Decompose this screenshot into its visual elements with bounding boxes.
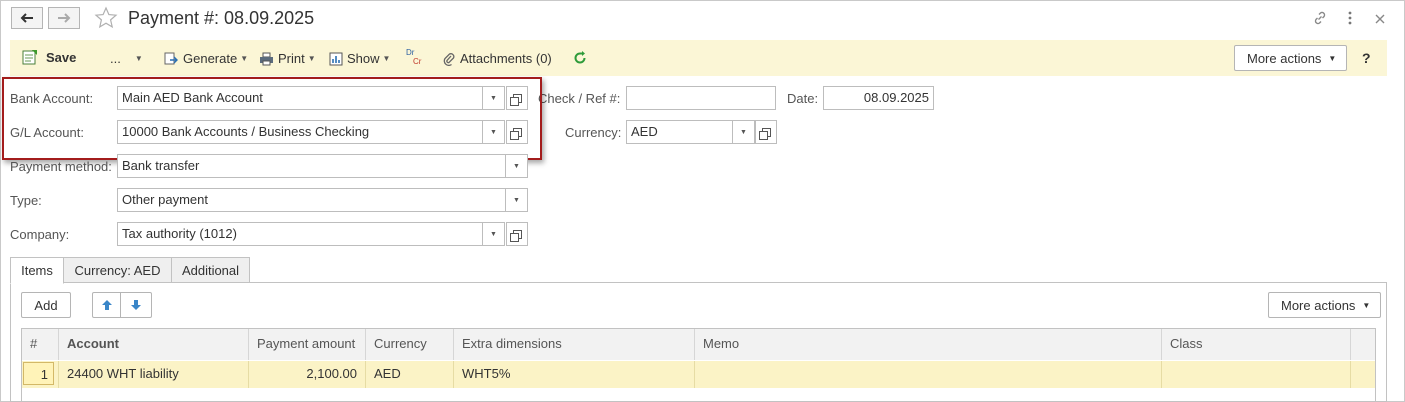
dr-cr-button[interactable]: Dr Cr	[406, 48, 426, 70]
generate-button[interactable]: Generate ▼	[164, 51, 248, 66]
refresh-icon[interactable]	[573, 51, 587, 68]
currency-open-button[interactable]	[755, 120, 777, 144]
date-field[interactable]: 08.09.2025	[823, 86, 934, 110]
dr-label: Dr	[406, 48, 415, 57]
page-title: Payment #: 08.09.2025	[128, 8, 315, 28]
caret-down-icon: ▼	[513, 162, 520, 170]
show-button[interactable]: Show ▼	[329, 51, 390, 66]
save-label: Save	[46, 49, 77, 65]
attachments-button[interactable]: Attachments (0)	[443, 51, 552, 66]
add-row-button[interactable]: Add	[21, 292, 71, 318]
currency-dropdown[interactable]: ▼	[733, 120, 755, 144]
row-currency-cell[interactable]: AED	[366, 361, 454, 388]
print-button[interactable]: Print ▼	[259, 51, 316, 66]
row-filler-cell	[1351, 361, 1375, 388]
row-class-cell[interactable]	[1162, 361, 1351, 388]
forward-button[interactable]	[48, 7, 80, 29]
cr-label: Cr	[413, 57, 422, 66]
print-label: Print	[278, 51, 305, 66]
open-form-icon	[509, 229, 522, 242]
more-actions-button[interactable]: More actions ▼	[1234, 45, 1348, 71]
items-more-actions-label: More actions	[1281, 297, 1356, 313]
tab-items[interactable]: Items	[10, 257, 64, 284]
row-num-value: 1	[23, 362, 54, 385]
move-up-button[interactable]	[92, 292, 121, 318]
column-header-class[interactable]: Class	[1162, 329, 1351, 360]
date-label: Date:	[787, 91, 819, 106]
caret-down-icon: ▼	[513, 196, 520, 204]
row-memo-cell[interactable]	[695, 361, 1162, 388]
payment-method-dropdown[interactable]: ▼	[506, 154, 528, 178]
caret-down-icon: ▼	[490, 230, 497, 238]
open-form-icon	[758, 127, 771, 140]
column-header-payment-amount[interactable]: Payment amount	[249, 329, 366, 360]
items-more-actions-button[interactable]: More actions ▼	[1268, 292, 1382, 318]
column-header-filler	[1351, 329, 1375, 360]
payment-method-field[interactable]: Bank transfer	[117, 154, 506, 178]
help-button[interactable]: ?	[1362, 50, 1371, 66]
arrow-left-icon	[20, 13, 33, 23]
paperclip-icon	[443, 52, 455, 66]
company-field[interactable]: Tax authority (1012)	[117, 222, 483, 246]
caret-down-icon: ▼	[240, 54, 249, 63]
company-open-button[interactable]	[506, 222, 528, 246]
arrow-down-icon	[131, 300, 141, 310]
check-ref-label: Check / Ref #:	[538, 91, 621, 106]
arrow-right-icon	[58, 13, 71, 23]
column-header-num[interactable]: #	[22, 329, 59, 360]
tab-additional[interactable]: Additional	[171, 257, 250, 283]
printer-icon	[260, 52, 273, 65]
tab-currency[interactable]: Currency: AED	[63, 257, 172, 283]
row-num-cell[interactable]: 1	[22, 361, 59, 388]
save-icon	[22, 50, 37, 65]
column-header-account[interactable]: Account	[59, 329, 249, 360]
save-button[interactable]: Save	[22, 49, 76, 65]
link-icon[interactable]	[1312, 10, 1328, 29]
caret-down-icon: ▼	[134, 54, 143, 63]
type-label: Type:	[10, 193, 42, 208]
command-bar: Save ... ▼ Generate ▼ Print ▼ Show ▼ Dr Cr A…	[10, 40, 1387, 76]
arrow-up-icon	[101, 300, 112, 310]
highlight-box	[2, 77, 542, 160]
company-label: Company:	[10, 227, 70, 242]
generate-icon	[164, 52, 178, 64]
column-header-extra-dimensions[interactable]: Extra dimensions	[454, 329, 695, 360]
check-ref-field[interactable]	[626, 86, 776, 110]
type-dropdown[interactable]: ▼	[506, 188, 528, 212]
currency-field[interactable]: AED	[626, 120, 733, 144]
column-header-currency[interactable]: Currency	[366, 329, 454, 360]
more-actions-label: More actions	[1247, 50, 1322, 66]
attachments-label: Attachments (0)	[460, 51, 552, 66]
caret-down-icon: ▼	[740, 128, 747, 136]
caret-down-icon: ▼	[307, 54, 316, 63]
dots-label: ...	[110, 51, 121, 66]
close-icon[interactable]	[1375, 12, 1385, 27]
favorite-star-icon[interactable]	[94, 6, 118, 33]
more-menu-button[interactable]: ... ▼	[110, 51, 143, 66]
payment-method-label: Payment method:	[10, 159, 112, 174]
company-dropdown[interactable]: ▼	[483, 222, 505, 246]
column-header-memo[interactable]: Memo	[695, 329, 1162, 360]
row-extra-dimensions-cell[interactable]: WHT5%	[454, 361, 695, 388]
caret-down-icon: ▼	[382, 54, 391, 63]
items-table: # Account Payment amount Currency Extra …	[21, 328, 1376, 402]
type-field[interactable]: Other payment	[117, 188, 506, 212]
caret-down-icon: ▼	[1362, 300, 1371, 310]
menu-dots-icon[interactable]	[1347, 10, 1353, 29]
report-icon	[329, 52, 343, 65]
caret-down-icon: ▼	[1328, 53, 1337, 63]
currency-label: Currency:	[565, 125, 622, 140]
move-down-button[interactable]	[120, 292, 152, 318]
row-amount-cell[interactable]: 2,100.00	[249, 361, 366, 388]
back-button[interactable]	[11, 7, 43, 29]
show-label: Show	[347, 51, 380, 66]
generate-label: Generate	[183, 51, 238, 66]
row-account-cell[interactable]: 24400 WHT liability	[59, 361, 249, 388]
